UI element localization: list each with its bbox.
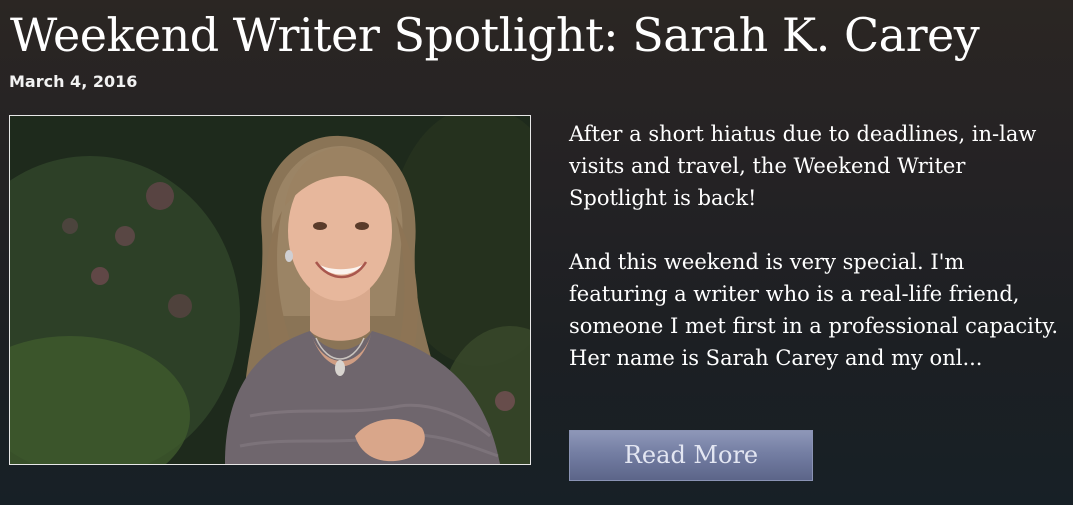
- excerpt-paragraph: After a short hiatus due to deadlines, i…: [569, 122, 1037, 210]
- post-excerpt: After a short hiatus due to deadlines, i…: [569, 118, 1064, 374]
- excerpt-paragraph: And this weekend is very special. I'm fe…: [569, 250, 1059, 370]
- post-title[interactable]: Weekend Writer Spotlight: Sarah K. Carey: [10, 4, 980, 66]
- author-photo[interactable]: [9, 115, 531, 465]
- post-date: March 4, 2016: [9, 72, 138, 91]
- read-more-button[interactable]: Read More: [569, 430, 813, 481]
